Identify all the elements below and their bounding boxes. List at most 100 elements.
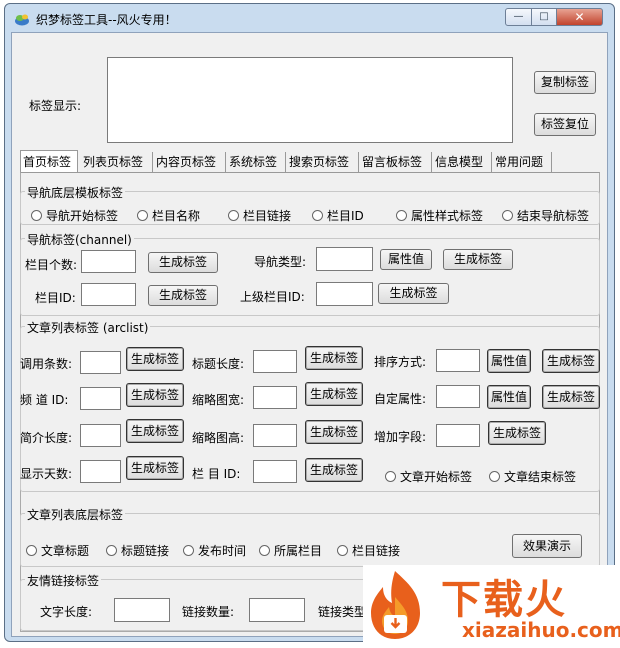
show-days-input[interactable] xyxy=(80,460,121,483)
radio-nav-start[interactable]: 导航开始标签 xyxy=(31,207,118,224)
custom-attr-input[interactable] xyxy=(436,385,480,408)
tab-system[interactable]: 系统标签 xyxy=(227,152,286,172)
custom-attr-label: 自定属性: xyxy=(374,392,427,406)
thumb-width-input[interactable] xyxy=(253,386,297,409)
radio-circle[interactable] xyxy=(137,210,148,221)
title-length-label: 标题长度: xyxy=(192,357,245,371)
radio-label: 文章标题 xyxy=(41,544,90,558)
radio-label: 所属栏目 xyxy=(274,544,323,558)
radio-title-link[interactable]: 标题链接 xyxy=(106,542,169,559)
thumb-width-label: 缩略图宽: xyxy=(192,393,245,407)
arclist-generate-button-5[interactable]: 生成标签 xyxy=(305,346,363,370)
channel-attr-button[interactable]: 属性值 xyxy=(380,249,432,270)
text-length-input[interactable] xyxy=(114,598,170,622)
radio-column-link[interactable]: 栏目链接 xyxy=(228,207,291,224)
arclist-attr-button-1[interactable]: 属性值 xyxy=(487,349,531,373)
channel-id-input[interactable] xyxy=(80,387,121,410)
tab-home[interactable]: 首页标签 xyxy=(20,150,78,172)
channel-generate-button-1[interactable]: 生成标签 xyxy=(148,252,218,273)
radio-circle[interactable] xyxy=(396,210,407,221)
arclist-generate-button-8[interactable]: 生成标签 xyxy=(305,458,363,482)
nav-template-legend: 导航底层模板标签 xyxy=(25,184,126,201)
arclist-generate-button-10[interactable]: 生成标签 xyxy=(542,385,600,409)
minimize-button[interactable]: — xyxy=(505,8,532,26)
demo-button[interactable]: 效果演示 xyxy=(512,534,582,558)
sort-order-label: 排序方式: xyxy=(374,355,427,369)
radio-circle[interactable] xyxy=(489,471,500,482)
radio-circle[interactable] xyxy=(502,210,513,221)
radio-label: 标题链接 xyxy=(121,544,170,558)
column-count-input[interactable] xyxy=(81,250,136,273)
channel-generate-button-2[interactable]: 生成标签 xyxy=(443,249,513,270)
radio-article-start[interactable]: 文章开始标签 xyxy=(385,468,472,485)
tab-faq[interactable]: 常用问题 xyxy=(493,152,552,172)
call-count-input[interactable] xyxy=(80,351,121,374)
radio-label: 栏目链接 xyxy=(243,209,292,223)
intro-length-input[interactable] xyxy=(80,424,121,447)
arclist-generate-button-3[interactable]: 生成标签 xyxy=(126,419,184,443)
arclist-generate-button-9[interactable]: 生成标签 xyxy=(542,349,600,373)
maximize-button[interactable]: □ xyxy=(531,8,557,26)
parent-column-id-input[interactable] xyxy=(316,282,373,306)
radio-article-end[interactable]: 文章结束标签 xyxy=(489,468,576,485)
tag-display-textarea[interactable] xyxy=(107,57,513,143)
thumb-height-input[interactable] xyxy=(253,424,297,447)
radio-column-name[interactable]: 栏目名称 xyxy=(137,207,200,224)
radio-attr-style[interactable]: 属性样式标签 xyxy=(396,207,483,224)
title-bar[interactable]: 织梦标签工具--风火专用！ — □ ✕ xyxy=(5,4,614,32)
arclist-generate-button-11[interactable]: 生成标签 xyxy=(488,421,546,445)
nav-type-input[interactable] xyxy=(316,247,373,271)
column-id-input[interactable] xyxy=(81,283,136,306)
window-title: 织梦标签工具--风火专用！ xyxy=(36,13,177,27)
copy-tag-button[interactable]: 复制标签 xyxy=(534,71,596,94)
tab-guestbook[interactable]: 留言板标签 xyxy=(360,152,432,172)
title-length-input[interactable] xyxy=(253,350,297,373)
sort-order-input[interactable] xyxy=(436,349,480,372)
radio-circle[interactable] xyxy=(312,210,323,221)
column-id-label-2: 栏 目 ID: xyxy=(192,467,241,481)
channel-legend: 导航标签(channel) xyxy=(25,231,134,248)
radio-circle[interactable] xyxy=(337,545,348,556)
tab-content-page[interactable]: 内容页标签 xyxy=(154,152,226,172)
radio-label: 文章结束标签 xyxy=(504,470,577,484)
nav-type-label: 导航类型: xyxy=(254,255,307,269)
radio-circle[interactable] xyxy=(31,210,42,221)
arclist-generate-button-7[interactable]: 生成标签 xyxy=(305,420,363,444)
flame-icon xyxy=(371,571,420,639)
radio-column-link-2[interactable]: 栏目链接 xyxy=(337,542,400,559)
radio-column-id[interactable]: 栏目ID xyxy=(312,207,364,224)
client-area: 标签显示: 复制标签 标签复位 首页标签 列表页标签 内容页标签 系统标签 搜索… xyxy=(11,32,608,637)
arclist-generate-button-4[interactable]: 生成标签 xyxy=(126,456,184,480)
add-field-input[interactable] xyxy=(436,424,480,447)
radio-publish-time[interactable]: 发布时间 xyxy=(183,542,246,559)
call-count-label: 调用条数: xyxy=(20,357,73,371)
radio-nav-end[interactable]: 结束导航标签 xyxy=(502,207,589,224)
channel-generate-button-3[interactable]: 生成标签 xyxy=(148,285,218,306)
radio-label: 栏目名称 xyxy=(152,209,201,223)
arclist-attr-button-2[interactable]: 属性值 xyxy=(487,385,531,409)
radio-label: 栏目ID xyxy=(327,209,364,223)
arclist-generate-button-6[interactable]: 生成标签 xyxy=(305,382,363,406)
tab-info-model[interactable]: 信息模型 xyxy=(433,152,492,172)
tab-search-page[interactable]: 搜索页标签 xyxy=(287,152,359,172)
channel-generate-button-4[interactable]: 生成标签 xyxy=(378,283,449,304)
radio-label: 文章开始标签 xyxy=(400,470,473,484)
radio-parent-column[interactable]: 所属栏目 xyxy=(259,542,322,559)
column-count-label: 栏目个数: xyxy=(25,258,78,272)
arclist-column-id-input[interactable] xyxy=(253,460,297,483)
radio-circle[interactable] xyxy=(228,210,239,221)
radio-circle[interactable] xyxy=(183,545,194,556)
radio-circle[interactable] xyxy=(385,471,396,482)
close-button[interactable]: ✕ xyxy=(556,8,603,26)
link-count-input[interactable] xyxy=(249,598,305,622)
radio-circle[interactable] xyxy=(259,545,270,556)
radio-label: 发布时间 xyxy=(198,544,247,558)
radio-circle[interactable] xyxy=(106,545,117,556)
reset-tag-button[interactable]: 标签复位 xyxy=(534,113,596,136)
arclist-generate-button-1[interactable]: 生成标签 xyxy=(126,347,184,371)
radio-article-title[interactable]: 文章标题 xyxy=(26,542,89,559)
channel-id-label: 频 道 ID: xyxy=(20,393,69,407)
arclist-generate-button-2[interactable]: 生成标签 xyxy=(126,383,184,407)
tab-list-page[interactable]: 列表页标签 xyxy=(81,152,153,172)
radio-circle[interactable] xyxy=(26,545,37,556)
